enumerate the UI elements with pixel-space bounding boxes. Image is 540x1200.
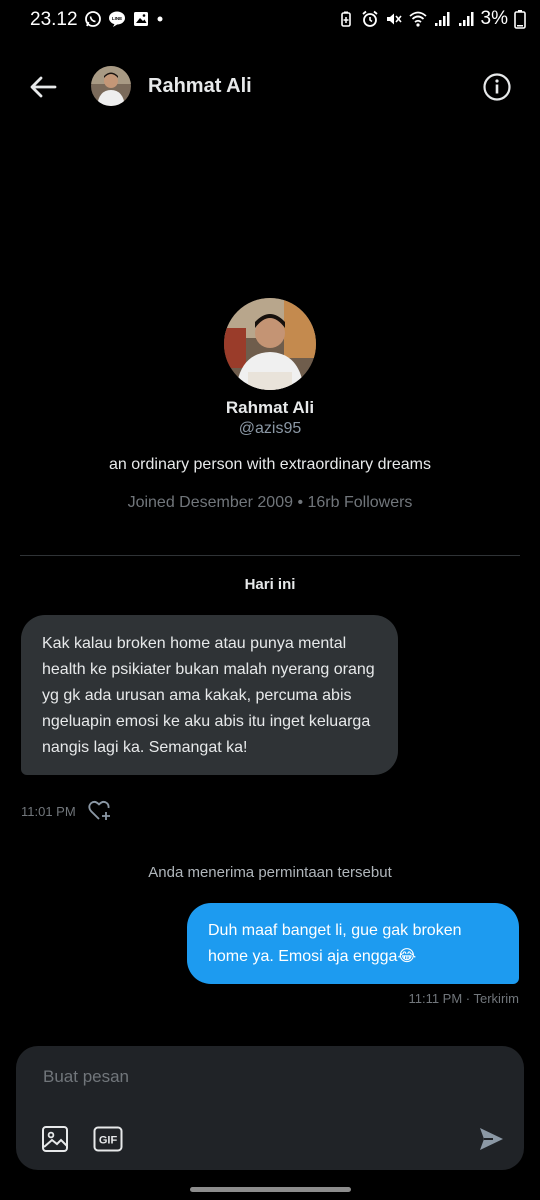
signal-icon xyxy=(458,12,474,26)
dot-icon xyxy=(157,16,163,22)
incoming-message-text: Kak kalau broken home atau punya mental … xyxy=(42,635,375,756)
message-input[interactable] xyxy=(41,1063,465,1091)
image-icon[interactable] xyxy=(40,1124,70,1154)
send-icon[interactable] xyxy=(476,1124,506,1154)
profile-summary: Rahmat Ali @azis95 an ordinary person wi… xyxy=(0,298,540,512)
avatar[interactable] xyxy=(91,66,131,106)
outgoing-message-meta: 11:11 PM · Terkirim xyxy=(408,991,519,1006)
wifi-icon xyxy=(408,11,427,27)
profile-meta: Joined Desember 2009 • 16rb Followers xyxy=(127,494,413,511)
mute-icon xyxy=(386,13,402,25)
message-composer: GIF xyxy=(16,1046,524,1170)
status-time: 23.12 xyxy=(30,9,78,30)
alarm-icon xyxy=(361,10,378,27)
svg-text:LINE: LINE xyxy=(112,16,122,21)
signal-icon xyxy=(434,12,450,26)
incoming-message-bubble[interactable]: Kak kalau broken home atau punya mental … xyxy=(21,615,398,775)
gif-button[interactable]: GIF xyxy=(93,1126,123,1152)
incoming-message-meta: 11:01 PM xyxy=(21,800,112,822)
outgoing-message-text: Duh maaf banget li, gue gak broken home … xyxy=(208,922,462,965)
whatsapp-icon xyxy=(85,11,101,27)
incoming-message-time: 11:01 PM xyxy=(21,803,76,819)
back-arrow-icon[interactable] xyxy=(28,72,58,102)
gif-label: GIF xyxy=(99,1135,118,1147)
profile-name: Rahmat Ali xyxy=(225,398,315,417)
battery-icon xyxy=(514,10,526,29)
contact-name[interactable]: Rahmat Ali xyxy=(148,75,252,98)
profile-bio: an ordinary person with extraordinary dr… xyxy=(109,456,431,473)
battery-saver-icon xyxy=(340,11,351,27)
status-bar: 23.12 LINE 3% xyxy=(0,0,540,40)
line-icon: LINE xyxy=(109,11,125,27)
conversation-header: Rahmat Ali xyxy=(0,60,540,116)
heart-add-icon[interactable] xyxy=(88,800,112,822)
gallery-icon xyxy=(134,12,148,26)
outgoing-message-bubble[interactable]: Duh maaf banget li, gue gak broken home … xyxy=(187,903,519,984)
home-indicator[interactable] xyxy=(190,1187,351,1192)
divider xyxy=(20,555,520,556)
battery-percent: 3% xyxy=(480,8,508,29)
day-separator: Hari ini xyxy=(244,576,296,593)
system-message: Anda menerima permintaan tersebut xyxy=(148,864,392,881)
profile-avatar[interactable] xyxy=(224,298,316,390)
info-icon[interactable] xyxy=(482,72,512,102)
profile-handle: @azis95 xyxy=(238,420,302,437)
